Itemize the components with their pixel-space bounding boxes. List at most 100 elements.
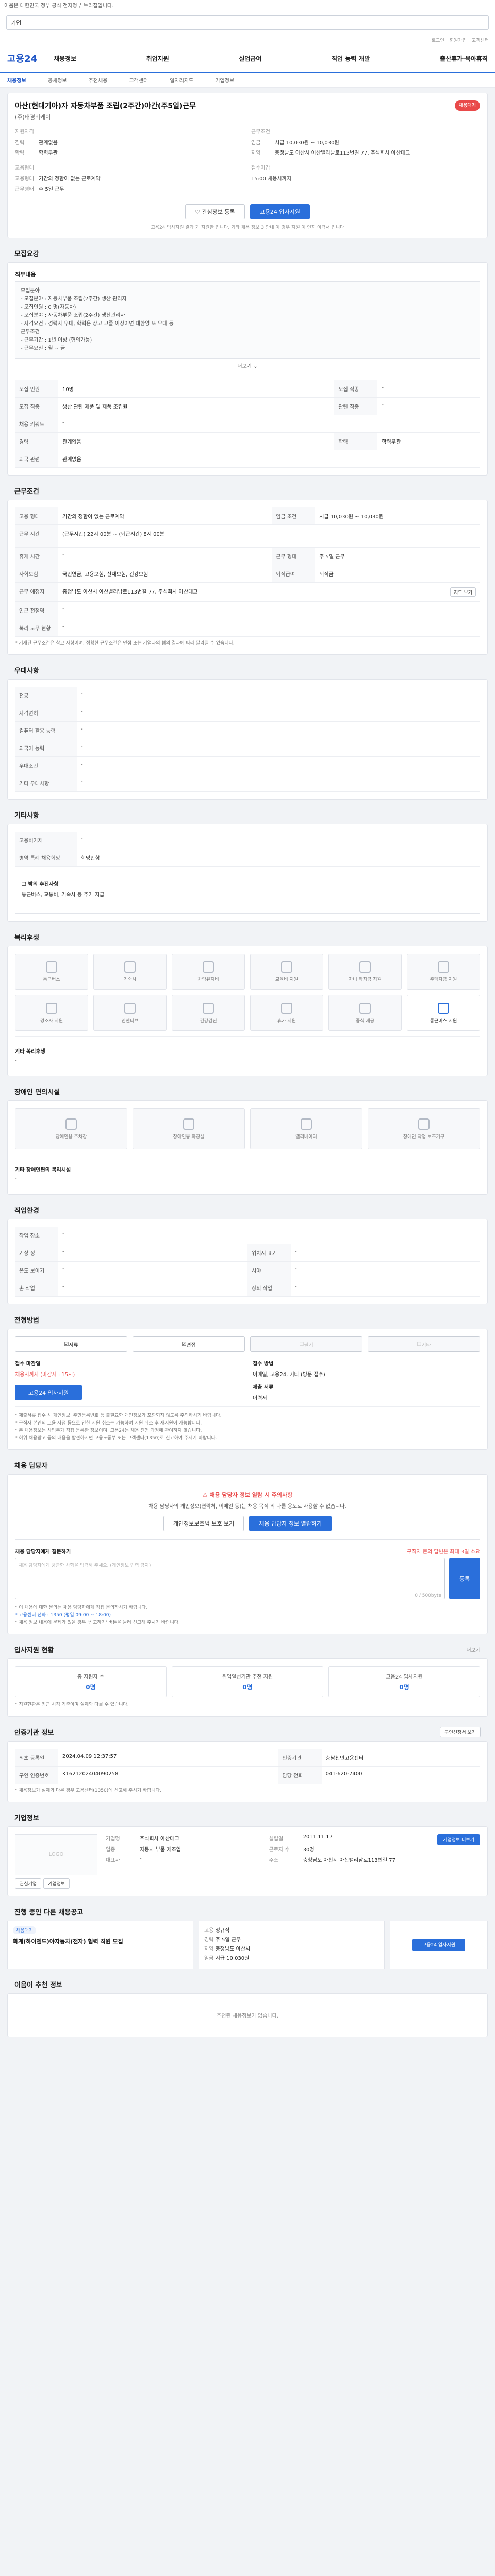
cell-value: K1621202404090258 bbox=[58, 1766, 278, 1784]
cell-key: 모집 인원 bbox=[15, 380, 58, 398]
cell-key: 인증기관 bbox=[278, 1749, 322, 1767]
desc-more-label: 더보기 bbox=[237, 364, 252, 369]
cell-value: - bbox=[291, 1261, 480, 1280]
other-job-card[interactable]: 채용대기 화계(하이엔드)야자동차(전자) 협력 직원 모집 bbox=[7, 1920, 193, 1969]
signup-link[interactable]: 회원가입 bbox=[450, 37, 467, 43]
cell-key: 전공 bbox=[15, 687, 77, 705]
cell-value: - bbox=[377, 397, 480, 415]
reginfo-card: 최초 등록일 2024.04.09 12:37:57 인증기관 충남천안고용센터 구인… bbox=[7, 1741, 488, 1802]
type-value: 기간의 정함이 없는 근로계약 bbox=[39, 176, 101, 182]
deadline-block: 접수 마감일 채용시까지 (마감시 : 15시) 고용24 입사지원 bbox=[15, 1359, 242, 1401]
company-more-button[interactable]: 기업정보 더보기 bbox=[437, 1834, 480, 1845]
company-info-button[interactable]: 기업정보 bbox=[43, 1878, 70, 1889]
cell-key: 근무 형태 bbox=[272, 547, 316, 565]
apply-button-2[interactable]: 고용24 입사지원 bbox=[15, 1385, 82, 1401]
checkbox-icon: ☐ bbox=[299, 1341, 304, 1347]
other-title: 진행 중인 다른 채용공고 bbox=[14, 1908, 84, 1917]
map-button[interactable]: 지도 보기 bbox=[450, 587, 476, 597]
status-more-link[interactable]: 더보기 bbox=[466, 1646, 481, 1653]
cell-key: 임금 조건 bbox=[272, 507, 316, 525]
table-row: 사회보험 국민연금, 고용보험, 산재보험, 건강보험 퇴직급여 퇴직금 bbox=[15, 565, 480, 583]
reginfo-button[interactable]: 구인신청서 보기 bbox=[440, 1726, 481, 1737]
work-address: 충청남도 아산시 아산밸리남로113번길 77, 주식회사 아산테크 bbox=[62, 589, 198, 595]
welfare-icon bbox=[281, 1002, 292, 1014]
fav-company-button[interactable]: 관심기업 bbox=[15, 1878, 42, 1889]
welfare-label: 주택자금 지원 bbox=[430, 977, 457, 982]
gnb-item-jobs[interactable]: 채용정보 bbox=[54, 54, 76, 63]
welfare-grid: 통근버스 기숙사 차량유지비 교육비 지원 자녀 학자금 지원 주택자금 지원 경조사 지원… bbox=[15, 954, 480, 1031]
help-link[interactable]: 고객센터 bbox=[472, 37, 489, 43]
selection-notices: * 제출서류 접수 시 개인정보, 주민등록번호 등 불필요한 개인정보가 포함… bbox=[15, 1412, 480, 1442]
companyinfo-card: LOGO 관심기업 기업정보 기업명 주식회사 아산테크 설립일 2011.11.1… bbox=[7, 1826, 488, 1896]
method-item: ☑ 서류 bbox=[15, 1336, 127, 1352]
welfare-item: 휴가 지원 bbox=[250, 995, 323, 1031]
cell-value: 기간의 정함이 없는 근로계약 bbox=[58, 507, 272, 525]
other-job-meta: 고용 정규직 경력 주 5일 근무 지역 충청남도 아산시 임금 시급 10,0… bbox=[199, 1920, 385, 1969]
other-job-title[interactable]: 화계(하이엔드)야자동차(전자) 협력 직원 모집 bbox=[13, 1937, 188, 1945]
view-contact-button[interactable]: 채용 담당자 정보 열람하기 bbox=[249, 1515, 332, 1531]
welfare-item: 건강검진 bbox=[172, 995, 245, 1031]
question-submit-button[interactable]: 등록 bbox=[449, 1557, 480, 1599]
cell-value: 퇴직금 bbox=[315, 565, 480, 583]
company-buttons: 관심기업 기업정보 bbox=[15, 1878, 97, 1889]
util-links: 로그인 회원가입 고객센터 bbox=[0, 35, 495, 44]
subnav-item-recommend[interactable]: 추천채용 bbox=[89, 76, 108, 84]
cell-value: 2024.04.09 12:37:57 bbox=[58, 1749, 278, 1767]
subnav-item-map[interactable]: 일자리지도 bbox=[170, 76, 193, 84]
privacy-button[interactable]: 개인정보보호법 보호 보기 bbox=[163, 1515, 244, 1531]
disabled-grid: 장애인용 주차장 장애인용 화장실 엘리베이터 장애인 작업 보조기구 bbox=[15, 1108, 480, 1150]
cell-value: - bbox=[77, 774, 480, 792]
desc-line: - 모집인원 : 0 명(자동차) bbox=[21, 304, 76, 310]
alert-title: ⚠ 채용 담당자 정보 열람 시 주의사항 bbox=[24, 1490, 471, 1499]
cell-key: 퇴직급여 bbox=[272, 565, 316, 583]
apply-button[interactable]: 고용24 입사지원 bbox=[250, 204, 310, 219]
table-row: 우대조건 - bbox=[15, 756, 480, 775]
cell-value: - bbox=[58, 547, 272, 565]
checkbox-icon: ☑ bbox=[182, 1341, 187, 1347]
cell-value: 국민연금, 고용보험, 산재보험, 건강보험 bbox=[58, 565, 272, 583]
subnav-item-open[interactable]: 공채정보 bbox=[48, 76, 67, 84]
job-title-row: 아산(현대기아)자 자동차부품 조립(2주간)야간(주5일)근무 채용대기 bbox=[15, 100, 480, 111]
login-link[interactable]: 로그인 bbox=[432, 37, 444, 43]
desc-box: 모집분야 - 모집분야 : 자동차부품 조립(2주간) 생산 관리자 - 모집인… bbox=[15, 281, 480, 359]
contact-title: 채용 담당자 bbox=[14, 1462, 48, 1470]
site-logo[interactable]: 고용24 bbox=[7, 52, 54, 65]
meta-key: 임금 bbox=[204, 1955, 214, 1961]
question-textarea[interactable]: 채용 담당자에게 궁금한 사항을 입력해 주세요. (개인정보 입력 금지) 0… bbox=[15, 1557, 445, 1599]
company-name[interactable]: (주)태경비케이 bbox=[15, 113, 480, 121]
search-input[interactable]: 기업 bbox=[6, 15, 489, 30]
gnb-item-support[interactable]: 취업지원 bbox=[146, 54, 169, 63]
table-row: 채용 키워드 - bbox=[15, 415, 480, 433]
other-apply-block: 고용24 입사지원 bbox=[390, 1920, 488, 1969]
table-row: 모집 직종 생산 관련 제품 및 제품 조립원 관련 직종 - bbox=[15, 397, 480, 415]
subnav-item-company[interactable]: 기업정보 bbox=[215, 76, 234, 84]
other-apply-button[interactable]: 고용24 입사지원 bbox=[412, 1938, 465, 1951]
cell-value: - bbox=[58, 1227, 480, 1245]
selection-card: ☑ 서류 ☑ 면접 ☐ 필기 ☐ 기타 접수 마감일 채용시까지 (마감시 : 15시… bbox=[7, 1329, 488, 1450]
table-row: 기상 정 - 위치시 표기 - bbox=[15, 1244, 480, 1262]
cond-key: 임금 bbox=[251, 140, 261, 146]
etc-table: 고용허가제 - 병역 특례 채용희망 희망안함 bbox=[15, 832, 480, 867]
subnav-item-help[interactable]: 고객센터 bbox=[129, 76, 148, 84]
gnb-item-training[interactable]: 직업 능력 개발 bbox=[332, 54, 370, 63]
scrap-button[interactable]: ♡ 관심정보 등록 bbox=[185, 204, 245, 219]
cell-value: 희망안함 bbox=[77, 849, 480, 867]
cell-value: 생산 관련 제품 및 제품 조립원 bbox=[58, 397, 335, 415]
status-header: 입사지원 현황 더보기 bbox=[14, 1645, 481, 1654]
gnb-item-benefit[interactable]: 실업급여 bbox=[239, 54, 261, 63]
table-row: 손 작업 - 장의 작업 - bbox=[15, 1279, 480, 1297]
question-row: 채용 담당자에게 궁금한 사항을 입력해 주세요. (개인정보 입력 금지) 0… bbox=[15, 1557, 480, 1599]
desc-line: 모집분야 bbox=[21, 288, 40, 294]
gnb-item-leave[interactable]: 출산휴가·육아휴직 bbox=[440, 54, 488, 63]
desc-more-button[interactable]: 더보기 ⌄ bbox=[15, 362, 480, 369]
disabled-etc-label: 기타 장애인편의 복리시설 bbox=[15, 1167, 71, 1174]
cell-value: - bbox=[291, 1279, 480, 1297]
heart-icon: ♡ bbox=[195, 208, 202, 215]
prefer-card: 전공 - 자격면허 - 컴퓨터 활용 능력 - 외국어 능력 - 우대조건 - 기타 우대… bbox=[7, 679, 488, 800]
cell-key: 기타 우대사항 bbox=[15, 774, 77, 792]
subnav-item-jobs[interactable]: 채용정보 bbox=[7, 76, 26, 84]
table-row: 작업 장소 - bbox=[15, 1227, 480, 1245]
search-row: 기업 bbox=[0, 10, 495, 35]
cell-key: 온도 보이기 bbox=[15, 1261, 58, 1280]
divider bbox=[15, 1036, 480, 1037]
